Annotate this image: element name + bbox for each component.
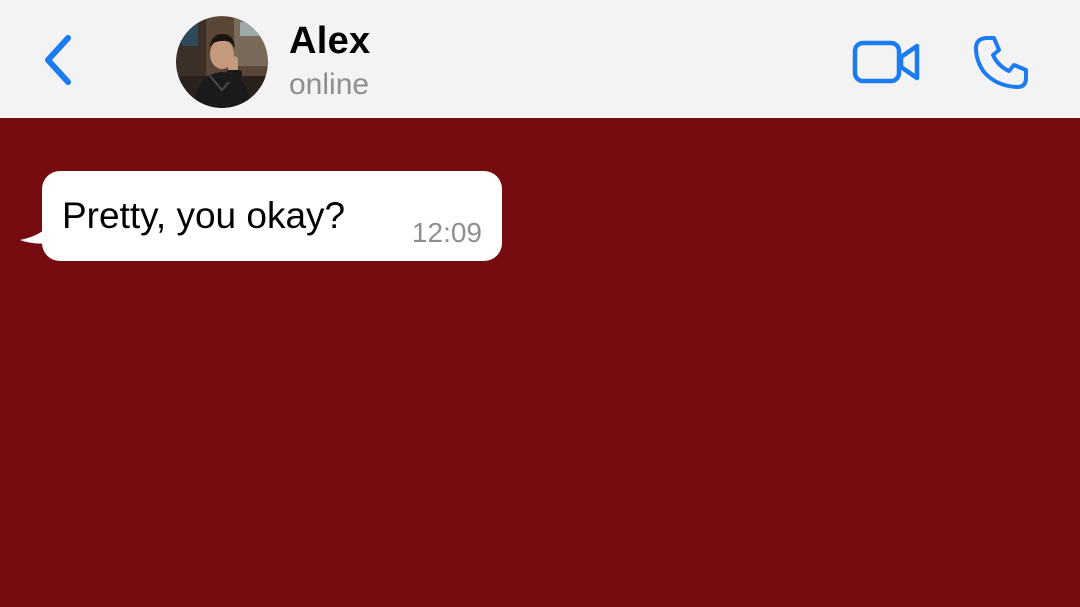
contact-status: online [289, 68, 370, 101]
message-bubble[interactable]: Pretty, you okay? 12:09 [42, 171, 502, 261]
contact-name[interactable]: Alex [289, 20, 370, 63]
chat-area[interactable]: Pretty, you okay? 12:09 [0, 118, 1080, 607]
contact-photo [176, 16, 268, 108]
chat-header: Alex online [0, 0, 1080, 118]
video-camera-icon [852, 40, 920, 84]
back-button[interactable] [34, 30, 82, 94]
message-text: Pretty, you okay? [62, 195, 346, 236]
video-call-button[interactable] [846, 34, 928, 90]
phone-icon [974, 36, 1028, 89]
avatar[interactable] [176, 16, 268, 108]
chevron-left-icon [45, 35, 71, 85]
voice-call-button[interactable] [966, 30, 1036, 96]
message-time: 12:09 [411, 217, 482, 248]
